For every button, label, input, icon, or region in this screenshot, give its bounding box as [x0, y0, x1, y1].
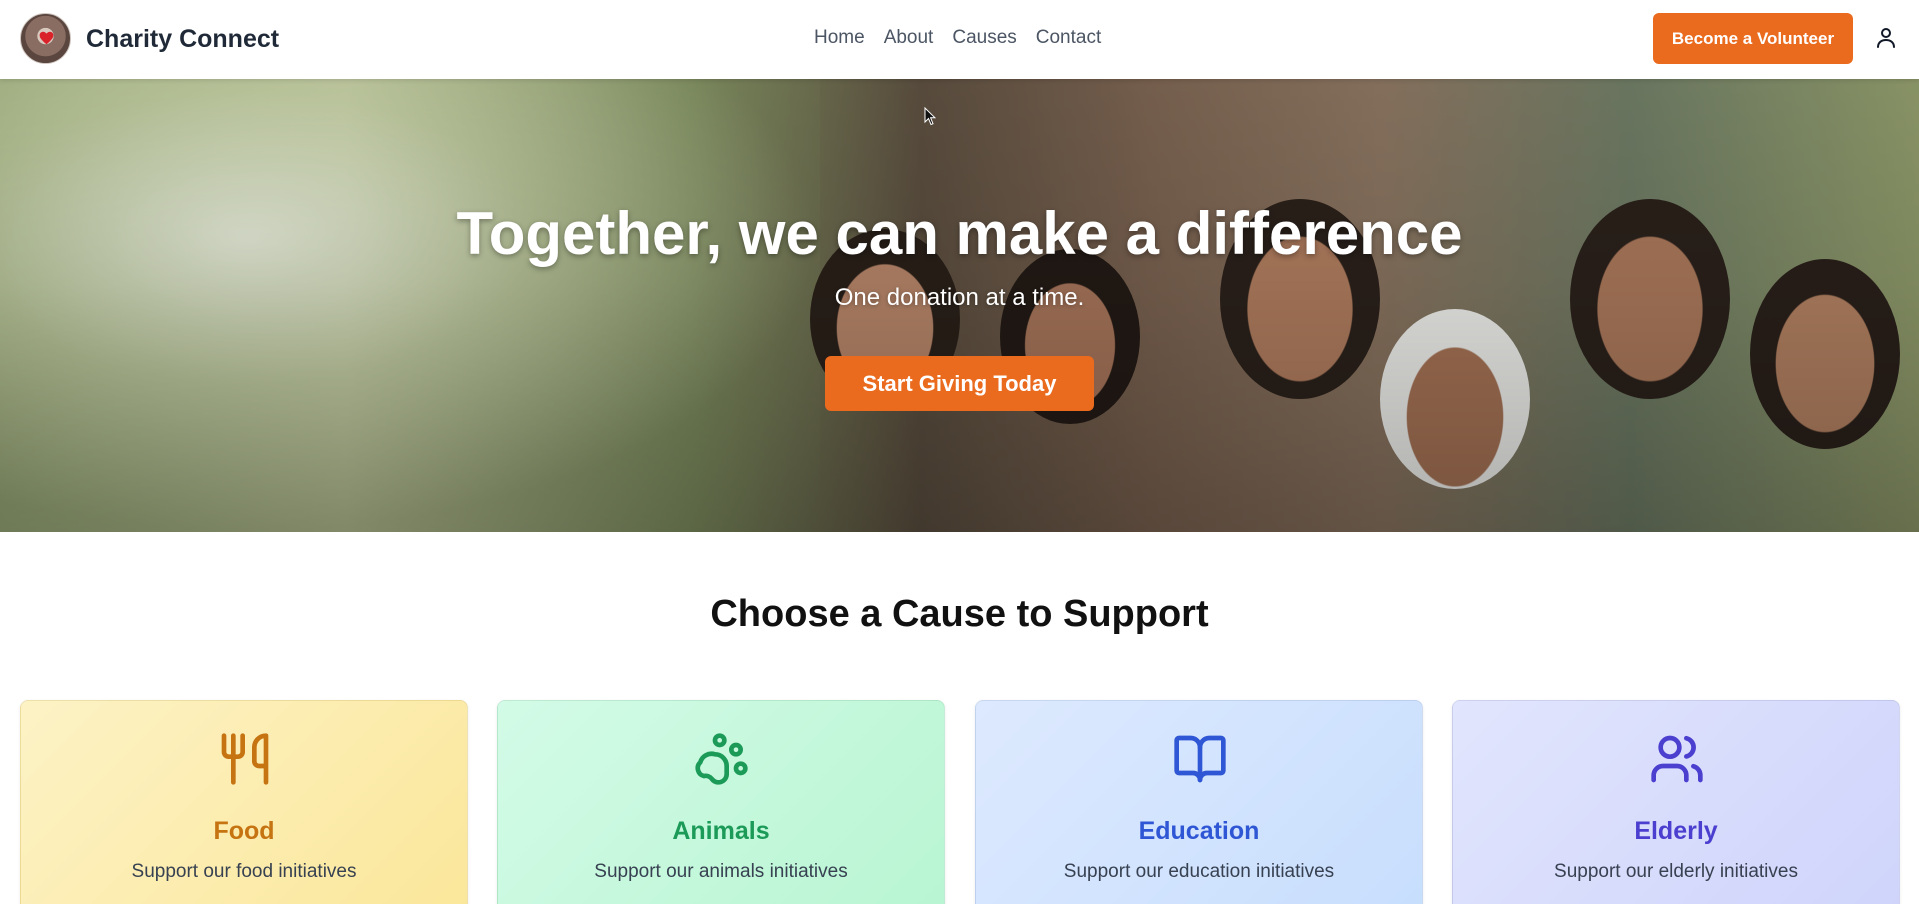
mouse-cursor-icon — [924, 107, 936, 126]
hero-title: Together, we can make a difference — [456, 200, 1463, 267]
cause-card-food[interactable]: Food Support our food initiatives — [20, 700, 468, 904]
cause-card-animals[interactable]: Animals Support our animals initiatives — [497, 700, 945, 904]
hero-banner: Together, we can make a difference One d… — [0, 79, 1919, 532]
cause-card-elderly[interactable]: Elderly Support our elderly initiatives — [1452, 700, 1900, 904]
logo[interactable] — [20, 13, 71, 64]
heart-icon — [39, 31, 54, 45]
nav-home[interactable]: Home — [814, 27, 865, 49]
start-giving-button[interactable]: Start Giving Today — [825, 356, 1094, 411]
causes-section-title: Choose a Cause to Support — [710, 593, 1209, 635]
nav-causes[interactable]: Causes — [952, 27, 1016, 49]
cause-title: Animals — [672, 817, 770, 845]
users-icon — [1651, 735, 1703, 783]
utensils-icon — [221, 733, 269, 785]
cause-description: Support our elderly initiatives — [1554, 861, 1798, 882]
paw-icon — [695, 733, 748, 785]
become-volunteer-button[interactable]: Become a Volunteer — [1653, 13, 1853, 64]
hero-subtitle: One donation at a time. — [834, 284, 1085, 311]
nav-about[interactable]: About — [884, 27, 934, 49]
cause-card-education[interactable]: Education Support our education initiati… — [975, 700, 1423, 904]
main-nav: Home About Causes Contact — [814, 27, 1101, 49]
cause-title: Elderly — [1634, 817, 1718, 845]
cause-title: Education — [1138, 817, 1260, 845]
brand-name[interactable]: Charity Connect — [86, 25, 279, 54]
site-header: Charity Connect Home About Causes Contac… — [0, 0, 1919, 79]
user-icon[interactable] — [1874, 26, 1898, 50]
cause-title: Food — [213, 817, 275, 845]
book-open-icon — [1174, 735, 1226, 783]
cause-description: Support our animals initiatives — [594, 861, 848, 882]
nav-contact[interactable]: Contact — [1036, 27, 1101, 49]
cause-description: Support our food initiatives — [131, 861, 357, 882]
cause-description: Support our education initiatives — [1063, 861, 1335, 882]
